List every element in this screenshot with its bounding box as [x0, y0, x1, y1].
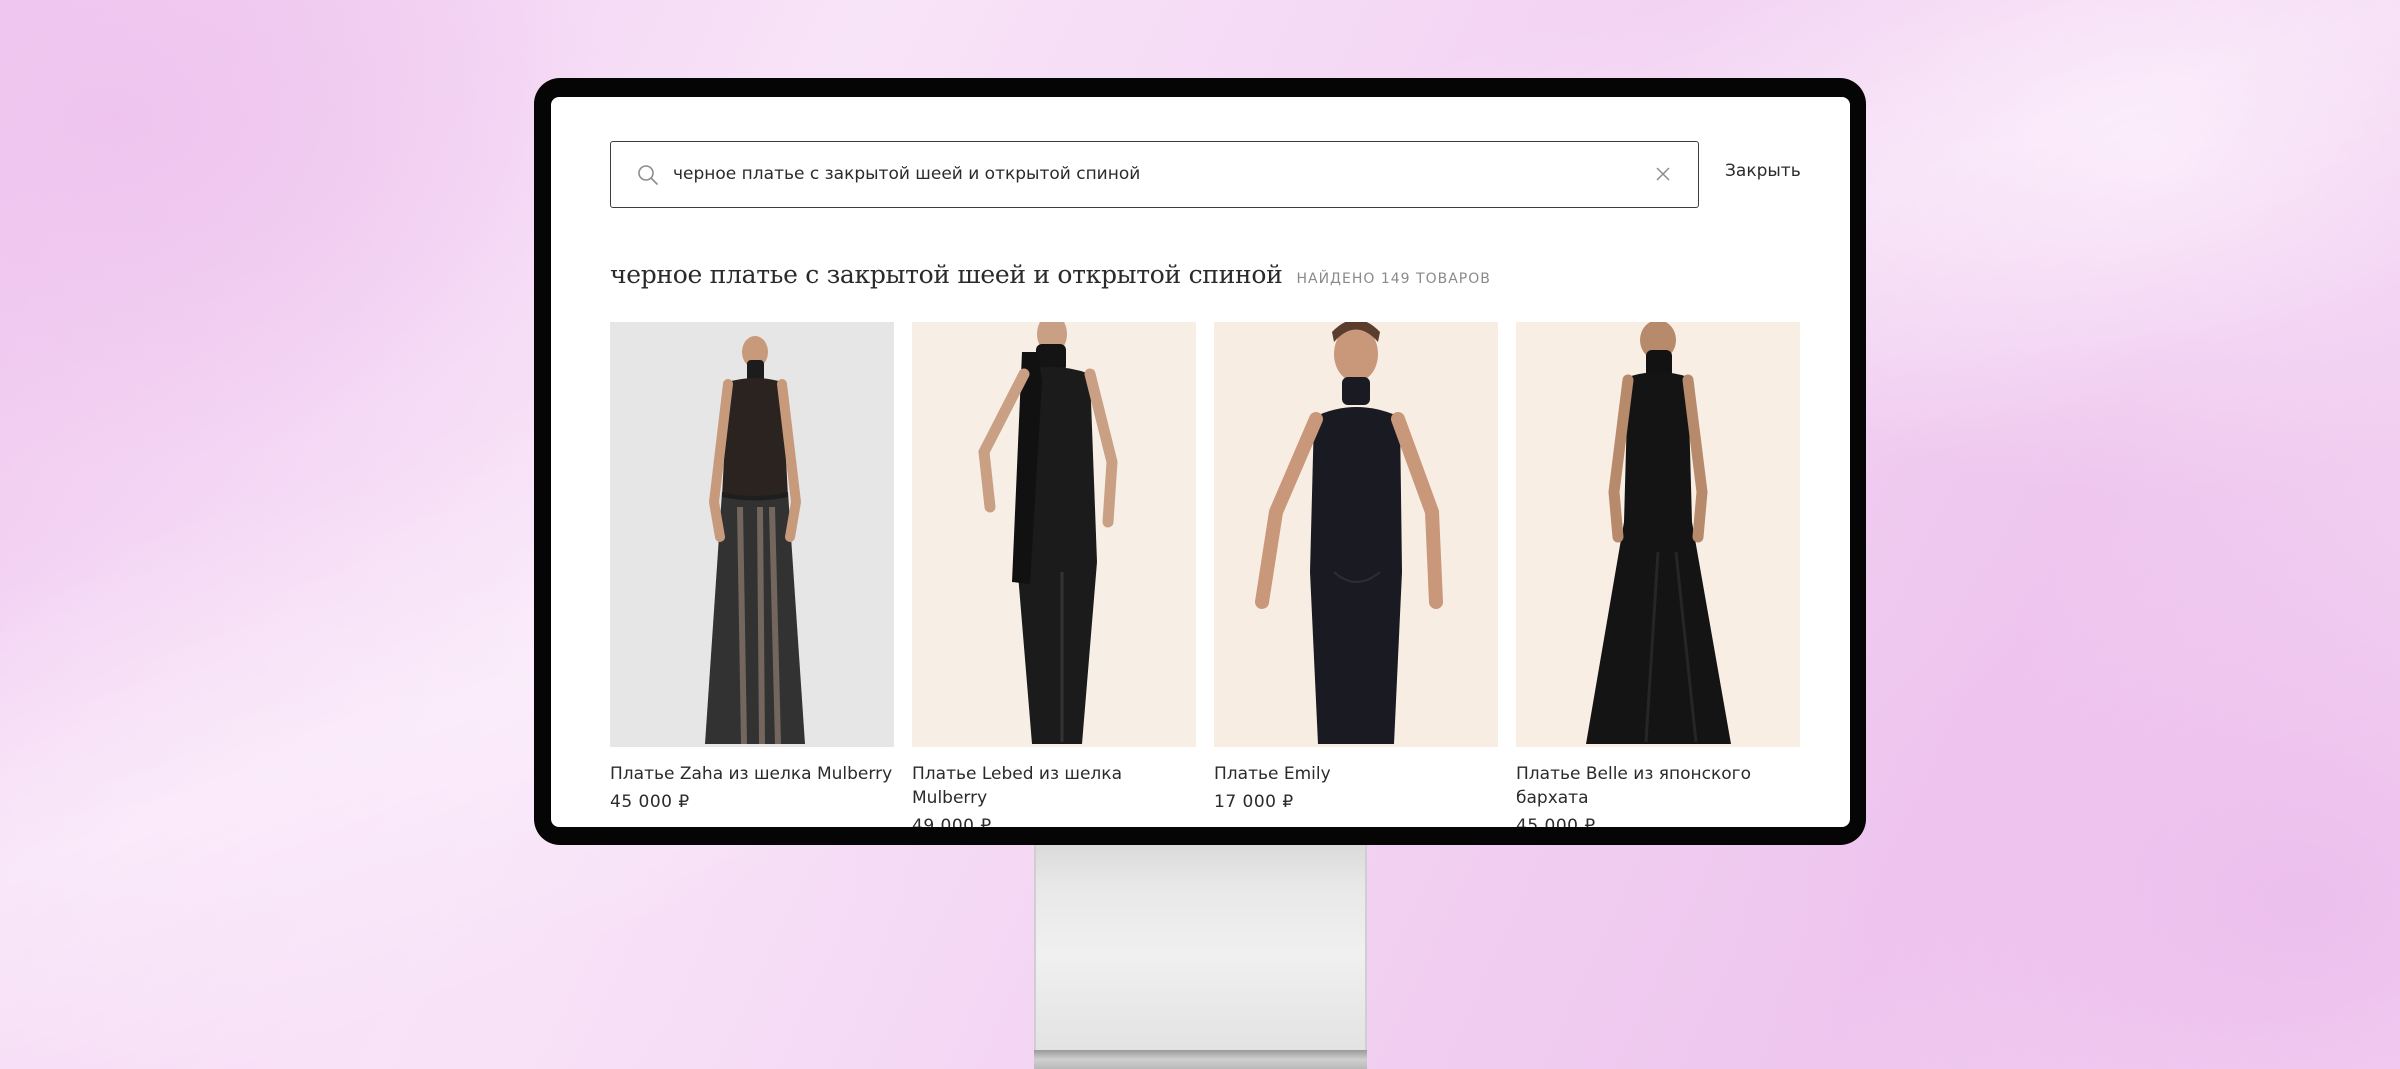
product-card[interactable]: Платье Emily 17 000 ₽: [1214, 322, 1498, 814]
product-image[interactable]: [912, 322, 1196, 747]
query-title: черное платье с закрытой шеей и открытой…: [610, 260, 1283, 289]
product-price: 49 000 ₽: [912, 816, 992, 827]
product-price: 17 000 ₽: [1214, 792, 1294, 812]
product-price: 45 000 ₽: [1516, 816, 1596, 827]
clear-search-icon[interactable]: [1654, 165, 1672, 183]
product-name[interactable]: Платье Belle из японского бархата: [1516, 762, 1800, 810]
product-card[interactable]: Платье Lebed из шелка Mulberry 49 000 ₽: [912, 322, 1196, 827]
product-name[interactable]: Платье Emily: [1214, 762, 1498, 786]
product-price: 45 000 ₽: [610, 792, 690, 812]
product-name[interactable]: Платье Zaha из шелка Mulberry: [610, 762, 894, 786]
product-card[interactable]: Платье Zaha из шелка Mulberry 45 000 ₽: [610, 322, 894, 814]
product-image[interactable]: [1214, 322, 1498, 747]
dress-model-image: [978, 322, 1118, 744]
product-image[interactable]: [610, 322, 894, 747]
product-name[interactable]: Платье Lebed из шелка Mulberry: [912, 762, 1196, 810]
search-input[interactable]: [673, 142, 1633, 206]
close-search-button[interactable]: Закрыть: [1725, 161, 1801, 181]
search-icon: [638, 165, 658, 185]
results-count: НАЙДЕНО 149 ТОВАРОВ: [1296, 271, 1491, 287]
search-box[interactable]: [610, 141, 1699, 208]
dress-model-image: [1255, 322, 1443, 744]
dress-model-image: [705, 336, 805, 745]
product-image[interactable]: [1516, 322, 1800, 747]
monitor-stand: [1034, 840, 1367, 1069]
screen: Закрыть черное платье с закрытой шеей и …: [551, 97, 1850, 827]
dress-model-image: [1586, 322, 1731, 744]
product-card[interactable]: Платье Belle из японского бархата 45 000…: [1516, 322, 1800, 827]
results-heading: черное платье с закрытой шеей и открытой…: [610, 260, 1491, 289]
monitor-stand-base: [1034, 1050, 1367, 1069]
